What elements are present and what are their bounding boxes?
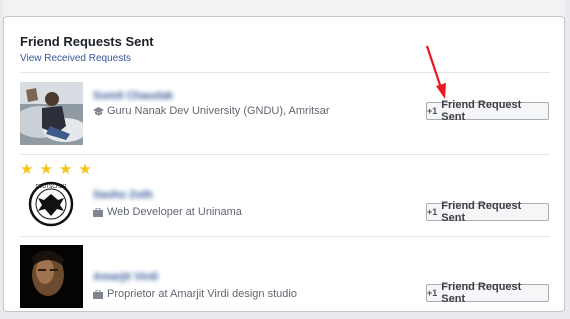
list-item: Sumit Chaudak Guru Nanak Dev University … bbox=[4, 73, 564, 153]
person-info: Guru Nanak Dev University (GNDU), Amrits… bbox=[93, 105, 330, 117]
list-item: DEUTSCHER Sasho Zoth Web Developer at Un… bbox=[4, 155, 564, 235]
button-label: Friend Request Sent bbox=[441, 281, 522, 305]
top-strip bbox=[3, 0, 565, 17]
person-info: Web Developer at Uninama bbox=[93, 206, 242, 218]
graduation-cap-icon bbox=[93, 106, 104, 116]
friend-request-sent-button[interactable]: +1 Friend Request Sent bbox=[426, 200, 549, 224]
person-name[interactable]: Sumit Chaudak bbox=[93, 90, 173, 102]
friend-request-sent-button[interactable]: +1 Friend Request Sent bbox=[426, 99, 549, 123]
person-info: Proprietor at Amarjit Virdi design studi… bbox=[93, 288, 297, 300]
person-info-text: Web Developer at Uninama bbox=[107, 206, 242, 218]
avatar[interactable] bbox=[20, 82, 83, 145]
page-title: Friend Requests Sent bbox=[20, 34, 154, 49]
button-label: Friend Request Sent bbox=[441, 200, 522, 224]
svg-text:DEUTSCHER: DEUTSCHER bbox=[35, 184, 67, 190]
add-friend-icon: +1 bbox=[427, 288, 438, 298]
annotation-arrow-icon bbox=[425, 45, 446, 99]
add-friend-icon: +1 bbox=[427, 207, 438, 217]
add-friend-icon: +1 bbox=[427, 106, 438, 116]
briefcase-icon bbox=[93, 207, 103, 217]
briefcase-icon bbox=[93, 289, 103, 299]
person-name[interactable]: Sasho Zoth bbox=[93, 189, 153, 201]
person-info-text: Guru Nanak Dev University (GNDU), Amrits… bbox=[107, 105, 330, 117]
person-name[interactable]: Amarjit Virdi bbox=[93, 271, 158, 283]
avatar[interactable] bbox=[20, 245, 83, 308]
person-info-text: Proprietor at Amarjit Virdi design studi… bbox=[107, 288, 297, 300]
friend-requests-panel: Friend Requests Sent View Received Reque… bbox=[3, 16, 565, 312]
list-item: Amarjit Virdi Proprietor at Amarjit Vird… bbox=[4, 237, 564, 317]
avatar[interactable]: DEUTSCHER bbox=[20, 180, 83, 227]
view-received-requests-link[interactable]: View Received Requests bbox=[20, 53, 131, 64]
friend-request-sent-button[interactable]: +1 Friend Request Sent bbox=[426, 281, 549, 305]
button-label: Friend Request Sent bbox=[441, 99, 522, 123]
